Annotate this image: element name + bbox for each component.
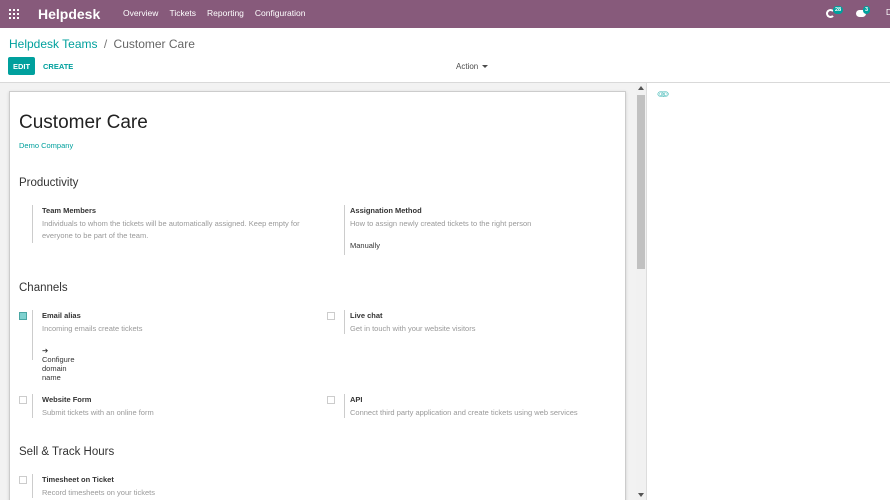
vertical-scrollbar[interactable] [636, 83, 646, 500]
company-link[interactable]: Demo Company [19, 141, 73, 150]
live-chat-label: Live chat [350, 311, 383, 320]
website-form-description: Submit tickets with an online form [42, 408, 154, 417]
configure-domain-link[interactable]: ➔ Configure domain name [42, 346, 75, 382]
create-button[interactable]: CREATE [43, 62, 73, 71]
action-dropdown[interactable]: Action [456, 62, 489, 71]
assignation-description: How to assign newly created tickets to t… [350, 219, 532, 228]
timesheet-description: Record timesheets on your tickets [42, 488, 155, 497]
messages-count-badge: 3 [863, 6, 871, 14]
api-checkbox[interactable] [327, 396, 335, 404]
form-sheet: Customer Care Demo Company Productivity … [9, 91, 626, 500]
breadcrumb-separator: / [103, 37, 108, 51]
live-chat-description: Get in touch with your website visitors [350, 324, 476, 333]
timesheet-label: Timesheet on Ticket [42, 475, 114, 484]
breadcrumb: Helpdesk Teams / Customer Care [9, 37, 195, 51]
setting-divider [32, 310, 33, 360]
form-view: Customer Care Demo Company Productivity … [0, 83, 646, 500]
live-chat-checkbox[interactable] [327, 312, 335, 320]
team-members-description: Individuals to whom the tickets will be … [42, 219, 300, 240]
website-form-checkbox[interactable] [19, 396, 27, 404]
scroll-thumb[interactable] [637, 95, 645, 269]
team-name: Customer Care [19, 112, 148, 133]
arrow-right-icon: ➔ [42, 346, 49, 355]
chatter-panel: 🔗︎ [646, 83, 890, 500]
apps-grid-icon[interactable] [9, 9, 19, 19]
paperclip-icon[interactable]: 🔗︎ [655, 87, 670, 103]
setting-divider [32, 474, 33, 498]
top-navbar: Helpdesk Overview Tickets Reporting Conf… [0, 0, 890, 28]
setting-divider [32, 205, 33, 243]
edit-button[interactable]: EDIT [8, 57, 35, 75]
section-sell-track-hours: Sell & Track Hours [19, 446, 115, 458]
scroll-down-icon[interactable] [638, 493, 644, 497]
api-description: Connect third party application and crea… [350, 408, 578, 417]
action-label: Action [456, 62, 479, 71]
menu-tickets[interactable]: Tickets [169, 8, 196, 18]
email-alias-description: Incoming emails create tickets [42, 324, 143, 333]
messaging-button[interactable]: 3 [856, 6, 871, 20]
section-channels: Channels [19, 282, 68, 294]
activity-button[interactable]: 28 [826, 6, 844, 20]
assignation-value[interactable]: Manually [350, 241, 380, 250]
timesheet-checkbox[interactable] [19, 476, 27, 484]
setting-divider [32, 394, 33, 418]
email-alias-checkbox[interactable] [19, 312, 27, 320]
caret-down-icon [482, 65, 489, 68]
content-area: Customer Care Demo Company Productivity … [0, 83, 890, 500]
menu-configuration[interactable]: Configuration [255, 8, 306, 18]
api-label: API [350, 395, 363, 404]
team-members-label: Team Members [42, 206, 97, 215]
breadcrumb-parent[interactable]: Helpdesk Teams [9, 37, 98, 51]
configure-domain-label: Configure domain name [42, 355, 75, 382]
user-menu[interactable]: D [886, 8, 890, 18]
control-panel: Helpdesk Teams / Customer Care EDIT CREA… [0, 28, 890, 83]
menu-overview[interactable]: Overview [123, 8, 158, 18]
assignation-label: Assignation Method [350, 206, 422, 215]
systray: 28 3 D [826, 6, 890, 20]
setting-divider [344, 394, 345, 418]
website-form-label: Website Form [42, 395, 92, 404]
menu-reporting[interactable]: Reporting [207, 8, 244, 18]
main-menu: Overview Tickets Reporting Configuration [123, 8, 316, 18]
scroll-up-icon[interactable] [638, 86, 644, 90]
app-brand[interactable]: Helpdesk [38, 6, 100, 22]
setting-divider [344, 310, 345, 334]
section-productivity: Productivity [19, 177, 79, 189]
email-alias-label: Email alias [42, 311, 81, 320]
setting-divider [344, 205, 345, 255]
breadcrumb-current: Customer Care [113, 37, 195, 51]
activity-count-badge: 28 [833, 6, 844, 14]
